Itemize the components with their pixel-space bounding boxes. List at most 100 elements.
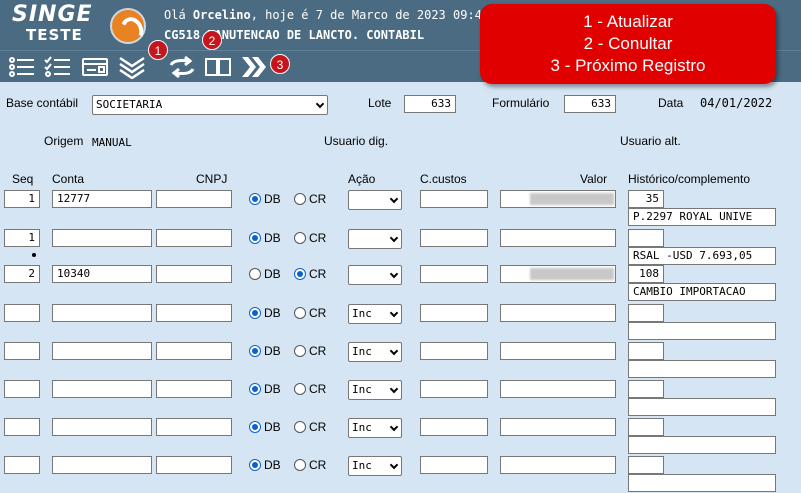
historico-code-input[interactable]: 108 [628, 265, 664, 283]
complemento-input[interactable] [628, 360, 776, 378]
cr-radio[interactable] [294, 459, 306, 471]
acao-select[interactable]: Inc [348, 304, 402, 324]
historico-code-input[interactable] [628, 456, 664, 474]
conta-input[interactable] [52, 342, 152, 360]
refresh-icon[interactable] [168, 54, 196, 80]
db-radio[interactable] [249, 268, 261, 280]
acao-select[interactable] [348, 190, 402, 210]
ccustos-input[interactable] [420, 456, 488, 474]
complemento-input[interactable]: RSAL -USD 7.693,05 [628, 247, 776, 265]
seq-input[interactable] [4, 380, 40, 398]
db-radio[interactable] [249, 345, 261, 357]
cr-radio[interactable] [294, 268, 306, 280]
data-value: 04/01/2022 [700, 96, 773, 110]
complemento-input[interactable] [628, 398, 776, 416]
next-icon[interactable] [240, 54, 268, 80]
acao-select[interactable]: Inc [348, 418, 402, 438]
acao-select[interactable] [348, 229, 402, 249]
ccustos-input[interactable] [420, 304, 488, 322]
seq-input[interactable]: 2 [4, 265, 40, 283]
complemento-input[interactable] [628, 474, 776, 492]
db-radio[interactable] [249, 383, 261, 395]
formulario-input[interactable]: 633 [564, 95, 616, 113]
seq-input[interactable] [4, 456, 40, 474]
seq-input[interactable] [4, 418, 40, 436]
list-icon[interactable] [8, 54, 36, 80]
conta-input[interactable]: 10340 [52, 265, 152, 283]
historico-code-input[interactable] [628, 380, 664, 398]
collapse-icon[interactable] [118, 54, 146, 80]
origem-value: MANUAL [92, 136, 132, 149]
cnpj-input[interactable] [156, 265, 232, 283]
db-radio[interactable] [249, 421, 261, 433]
complemento-input[interactable]: P.2297 ROYAL UNIVE [628, 208, 776, 226]
tooltip-line-2: 2 - Conultar [583, 34, 673, 53]
greeting: Olá Orcelino, hoje é 7 de Marco de 2023 … [164, 8, 497, 22]
cnpj-input[interactable] [156, 190, 232, 208]
usuario-alt-label: Usuario alt. [620, 134, 681, 148]
cnpj-input[interactable] [156, 229, 232, 247]
seq-input[interactable]: 1 [4, 190, 40, 208]
base-select[interactable]: SOCIETARIA [92, 95, 328, 115]
ccustos-input[interactable] [420, 380, 488, 398]
valor-input[interactable] [500, 304, 616, 322]
seq-input[interactable]: 1 [4, 229, 40, 247]
historico-code-input[interactable] [628, 304, 664, 322]
conta-input[interactable] [52, 229, 152, 247]
ccustos-input[interactable] [420, 418, 488, 436]
book-icon[interactable] [204, 54, 232, 80]
acao-select[interactable]: Inc [348, 342, 402, 362]
formulario-label: Formulário [492, 96, 550, 110]
conta-input[interactable] [52, 380, 152, 398]
cr-radio[interactable] [294, 383, 306, 395]
cr-radio[interactable] [294, 193, 306, 205]
valor-input[interactable] [500, 380, 616, 398]
chevron-down-icon [389, 194, 399, 204]
valor-input[interactable] [500, 456, 616, 474]
historico-code-input[interactable] [628, 229, 664, 247]
ccustos-input[interactable] [420, 190, 488, 208]
conta-input[interactable] [52, 418, 152, 436]
valor-input[interactable] [500, 229, 616, 247]
db-radio[interactable] [249, 307, 261, 319]
cr-label: CR [309, 458, 327, 472]
valor-input[interactable] [500, 342, 616, 360]
card-icon[interactable] [82, 54, 110, 80]
cr-radio[interactable] [294, 345, 306, 357]
conta-input[interactable] [52, 456, 152, 474]
cnpj-input[interactable] [156, 418, 232, 436]
acao-select[interactable]: Inc [348, 380, 402, 400]
cr-radio[interactable] [294, 307, 306, 319]
historico-code-input[interactable] [628, 418, 664, 436]
cnpj-input[interactable] [156, 380, 232, 398]
complemento-input[interactable]: CAMBIO IMPORTACAO [628, 283, 776, 301]
db-label: DB [264, 306, 281, 320]
acao-select[interactable] [348, 265, 402, 285]
valor-input[interactable] [500, 418, 616, 436]
db-radio[interactable] [249, 232, 261, 244]
conta-input[interactable] [52, 304, 152, 322]
db-radio[interactable] [249, 193, 261, 205]
historico-code-input[interactable] [628, 342, 664, 360]
col-conta: Conta [52, 172, 85, 186]
chevron-down-icon [389, 233, 399, 243]
seq-input[interactable] [4, 342, 40, 360]
chevron-down-icon [389, 346, 399, 356]
historico-code-input[interactable]: 35 [628, 190, 664, 208]
complemento-input[interactable] [628, 322, 776, 340]
acao-select[interactable]: Inc [348, 456, 402, 476]
cnpj-input[interactable] [156, 456, 232, 474]
complemento-input[interactable] [628, 436, 776, 454]
seq-input[interactable] [4, 304, 40, 322]
cnpj-input[interactable] [156, 304, 232, 322]
lote-input[interactable]: 633 [404, 95, 456, 113]
db-radio[interactable] [249, 459, 261, 471]
ccustos-input[interactable] [420, 265, 488, 283]
cr-radio[interactable] [294, 232, 306, 244]
conta-input[interactable]: 12777 [52, 190, 152, 208]
checklist-icon[interactable] [44, 54, 72, 80]
ccustos-input[interactable] [420, 342, 488, 360]
cr-radio[interactable] [294, 421, 306, 433]
ccustos-input[interactable] [420, 229, 488, 247]
cnpj-input[interactable] [156, 342, 232, 360]
